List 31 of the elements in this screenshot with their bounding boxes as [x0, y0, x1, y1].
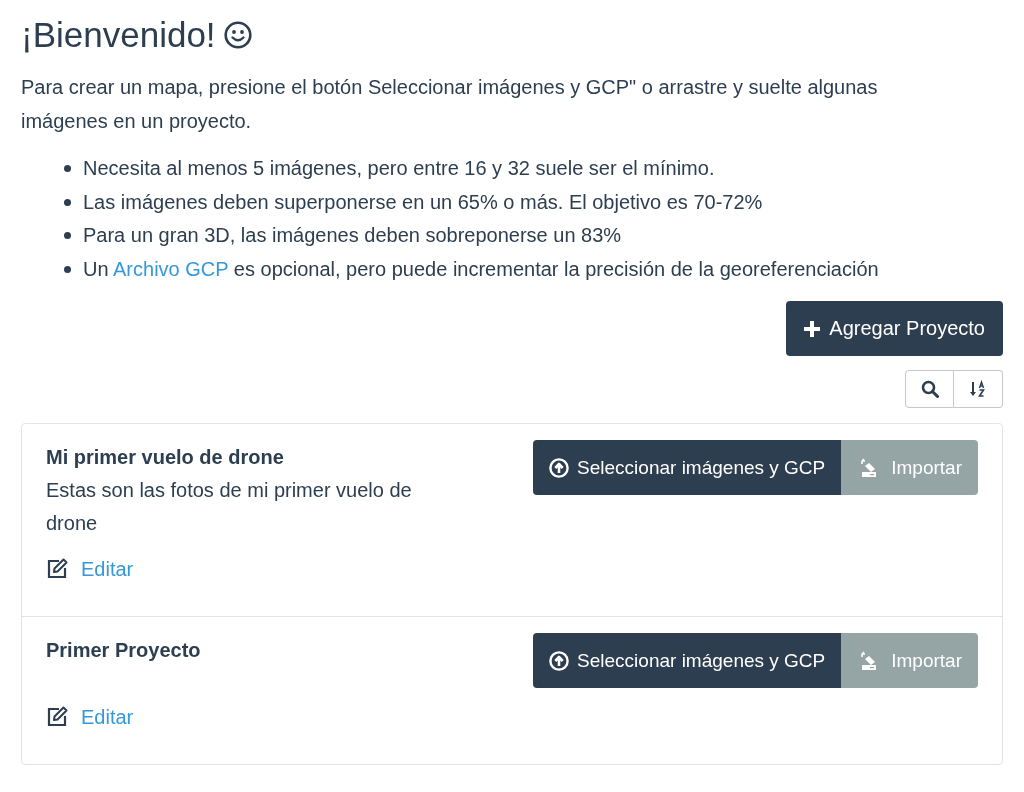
project-name: Primer Proyecto	[46, 638, 202, 663]
import-button[interactable]: Importar	[841, 440, 978, 495]
edit-icon	[46, 706, 70, 728]
add-project-button[interactable]: Agregar Proyecto	[786, 301, 1003, 356]
edit-link[interactable]: Editar	[46, 700, 134, 734]
smiley-icon	[223, 21, 252, 49]
edit-icon	[46, 558, 70, 580]
import-button[interactable]: Importar	[841, 633, 978, 688]
bullet-icon	[64, 198, 71, 206]
bullet-icon	[64, 265, 71, 273]
bullet-icon	[64, 232, 71, 240]
arrow-up-circle-icon	[549, 457, 570, 478]
select-images-button[interactable]: Seleccionar imágenes y GCP	[533, 440, 842, 495]
tip-text: Para un gran 3D, las imágenes deben sobreponerse un 83%	[83, 223, 622, 248]
arrow-up-circle-icon	[549, 650, 570, 671]
search-button[interactable]	[905, 370, 954, 408]
select-images-button[interactable]: Seleccionar imágenes y GCP	[533, 633, 842, 688]
sort-icon	[969, 380, 987, 398]
bullet-icon	[64, 165, 71, 173]
intro-text: Para crear un mapa, presione el botón Seleccionar imágenes y GCP" o arrastre y suelte algunas imágenes en un proyecto.	[21, 75, 879, 134]
edit-link[interactable]: Editar	[46, 552, 134, 586]
plus-icon	[804, 320, 821, 337]
sort-button[interactable]	[954, 370, 1003, 408]
page-title: ¡Bienvenido!	[21, 14, 216, 56]
gcp-file-link[interactable]: Archivo GCP	[113, 257, 229, 280]
search-icon	[920, 380, 939, 398]
tip-text: Un Archivo GCP es opcional, pero puede incrementar la precisión de la georeferenciación	[83, 256, 879, 282]
tip-text: Necesita al menos 5 imágenes, pero entre 16 y 32 suele ser el mínimo.	[83, 156, 715, 181]
project-description: Estas son las fotos de mi primer vuelo de drone	[46, 478, 413, 536]
tip-text: Las imágenes deben superponerse en un 65% o más. El objetivo es 70-72%	[83, 189, 763, 215]
project-name: Mi primer vuelo de drone	[46, 445, 285, 470]
